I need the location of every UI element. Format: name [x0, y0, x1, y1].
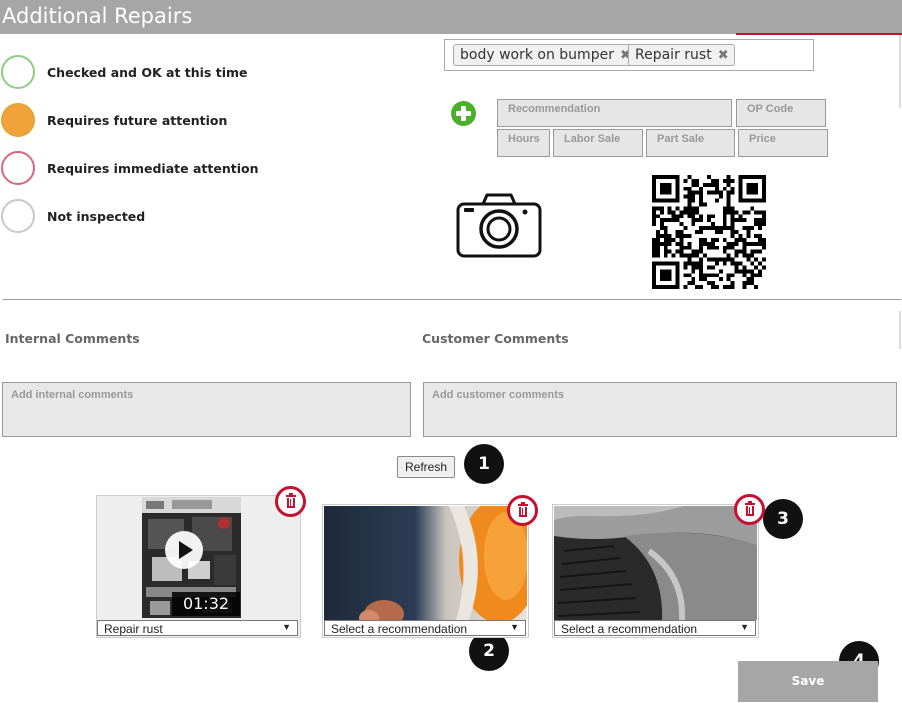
customer-comments-label: Customer Comments [422, 331, 569, 346]
page-header: Additional Repairs [0, 0, 902, 34]
select-value: Select a recommendation [331, 622, 468, 636]
add-icon[interactable] [451, 101, 476, 126]
recommendation-select[interactable]: Select a recommendation ▼ [324, 620, 526, 636]
video-duration: 01:32 [172, 592, 240, 616]
part-sale-field[interactable]: Part Sale [646, 129, 735, 157]
hours-field[interactable]: Hours [497, 129, 550, 157]
status-future-icon [1, 103, 35, 137]
header-accent-rule [736, 33, 902, 35]
photo-thumbnail[interactable] [554, 506, 757, 620]
internal-comments-label: Internal Comments [5, 331, 140, 346]
recommendation-tag-input[interactable]: body work on bumper ✖ Repair rust ✖ [444, 39, 814, 71]
recommendation-select[interactable]: Repair rust ▼ [97, 620, 298, 636]
qr-code-icon [652, 175, 766, 289]
tag-label: Repair rust [635, 47, 712, 63]
status-ok-icon [1, 55, 35, 89]
legend-label: Not inspected [47, 209, 146, 224]
legend-label: Requires immediate attention [47, 161, 259, 176]
status-not-inspected-icon [1, 199, 35, 233]
recommendation-select[interactable]: Select a recommendation ▼ [554, 620, 756, 636]
save-button[interactable]: Save [738, 661, 878, 702]
photo-thumbnail[interactable] [324, 506, 527, 620]
right-divider [899, 311, 901, 349]
legend-label: Checked and OK at this time [47, 65, 248, 80]
trash-icon[interactable] [734, 494, 765, 525]
remove-tag-icon[interactable]: ✖ [718, 48, 729, 63]
labor-sale-field[interactable]: Labor Sale [553, 129, 643, 157]
tag-repair-rust: Repair rust ✖ [628, 44, 735, 66]
tag-body-work: body work on bumper ✖ [453, 44, 637, 66]
tag-label: body work on bumper [460, 47, 614, 63]
customer-comments-input[interactable]: Add customer comments [423, 382, 897, 437]
dropdown-arrow-icon: ▼ [740, 622, 749, 632]
page-title: Additional Repairs [2, 4, 193, 28]
camera-icon[interactable] [456, 192, 542, 258]
callout-badge-3: 3 [763, 499, 803, 539]
recommendation-field[interactable]: Recommendation [497, 99, 732, 127]
section-divider [3, 299, 901, 300]
legend-label: Requires future attention [47, 113, 228, 128]
callout-badge-1: 1 [464, 444, 504, 484]
trash-icon[interactable] [275, 486, 306, 517]
dropdown-arrow-icon: ▼ [282, 622, 291, 632]
op-code-field[interactable]: OP Code [736, 99, 826, 127]
select-value: Repair rust [104, 622, 163, 636]
internal-comments-input[interactable]: Add internal comments [2, 382, 411, 437]
right-divider [899, 35, 901, 108]
trash-icon[interactable] [507, 495, 538, 526]
dropdown-arrow-icon: ▼ [510, 622, 519, 632]
refresh-button[interactable]: Refresh [397, 456, 455, 478]
select-value: Select a recommendation [561, 622, 698, 636]
status-immediate-icon [1, 151, 35, 185]
play-icon[interactable] [165, 531, 203, 569]
price-field[interactable]: Price [738, 129, 828, 157]
